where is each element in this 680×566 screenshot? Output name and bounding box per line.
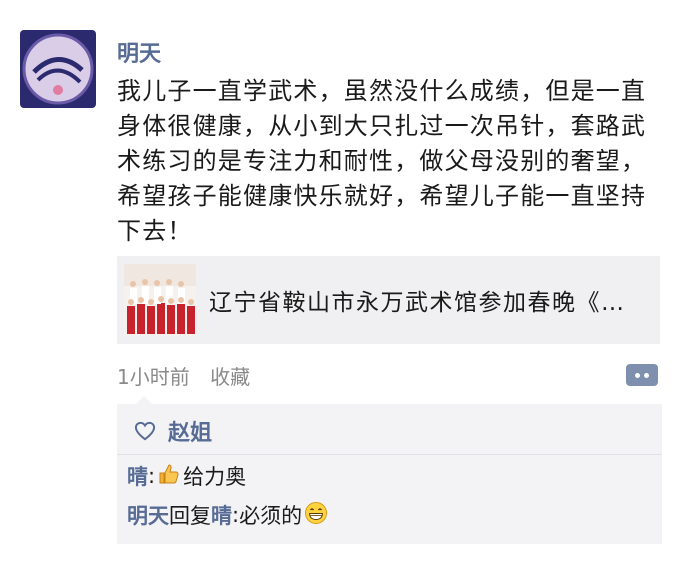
likes-row: 赵姐 [134,416,212,446]
like-name[interactable]: 赵姐 [168,415,212,447]
divider [117,454,662,455]
comment-item[interactable]: 明天 回复 晴 : 必须的 [127,499,330,531]
reply-word: 回复 [169,504,211,528]
post-text: 我儿子一直学武术，虽然没什么成绩，但是一直身体很健康，从小到大只扎过一次吊针，套… [117,77,647,245]
comment-separator: : [148,464,156,488]
comment-text: 必须的 [239,504,303,528]
shared-link-card[interactable]: 辽宁省鞍山市永万武术馆参加春晚《… [117,256,660,344]
post-time: 1小时前 [117,365,190,389]
grinning-emoji-icon [304,501,328,530]
link-title: 辽宁省鞍山市永万武术馆参加春晚《… [209,290,626,316]
comment-separator: : [232,503,240,527]
heart-icon [134,421,156,441]
post-meta: 1小时前 收藏 [117,361,250,390]
favorite-link[interactable]: 收藏 [210,365,250,389]
dot-icon [635,373,640,378]
thumbs-up-emoji-icon [157,462,181,491]
comment-item[interactable]: 晴 : 给力奥 [127,460,246,492]
reply-target[interactable]: 晴 [211,500,232,530]
dot-icon [644,373,649,378]
comments-panel: 赵姐 晴 : 给力奥 明天 回复 晴 : 必须的 [117,404,662,544]
comment-author[interactable]: 明天 [127,500,169,530]
comment-author[interactable]: 晴 [127,461,148,491]
comment-text: 给力奥 [183,465,247,489]
avatar[interactable] [20,30,96,108]
link-thumbnail [124,264,196,336]
post-author[interactable]: 明天 [117,36,161,68]
more-options-button[interactable] [626,364,658,386]
